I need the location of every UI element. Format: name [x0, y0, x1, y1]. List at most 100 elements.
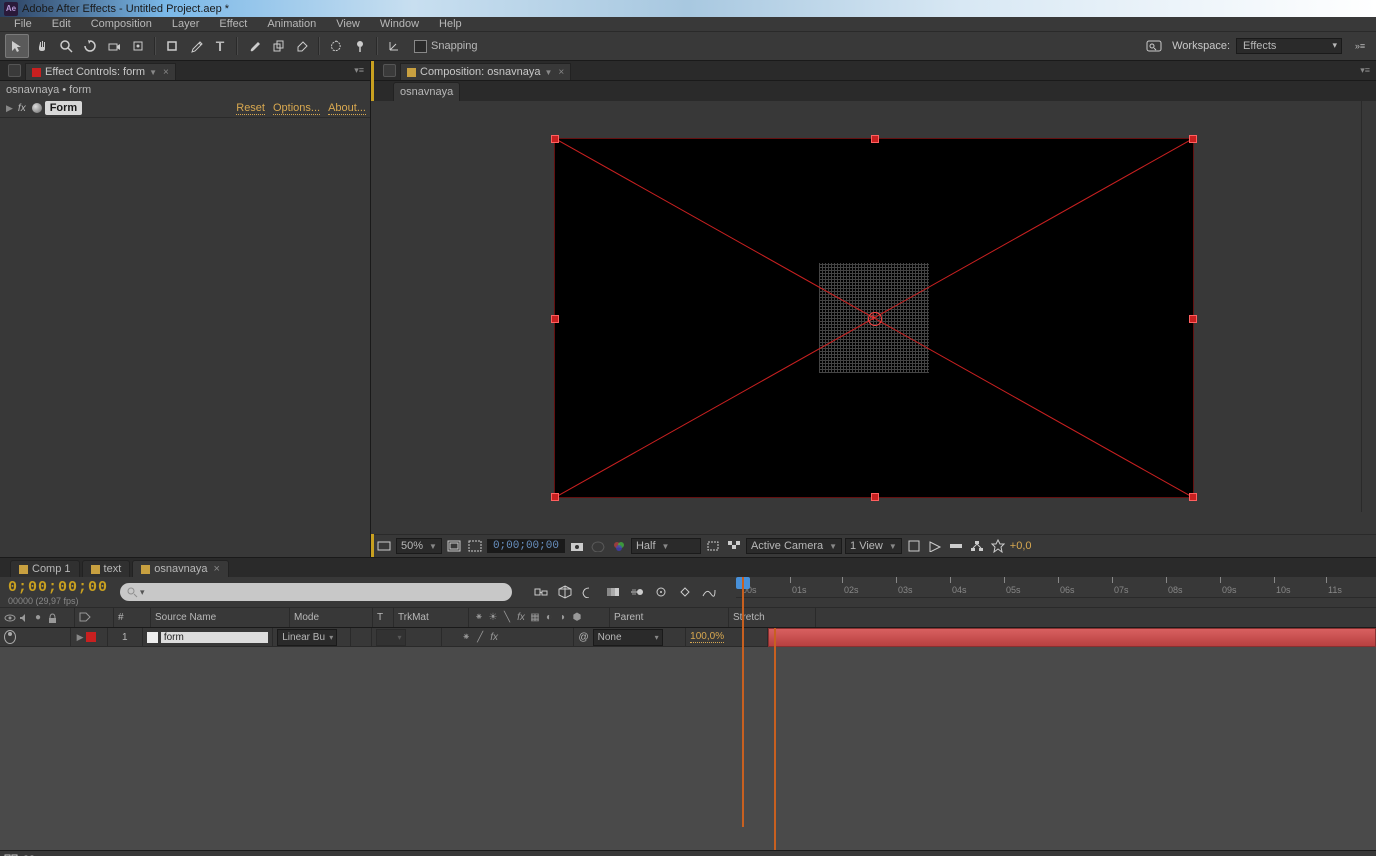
search-help-icon[interactable]: [1143, 35, 1165, 57]
anchor-point-icon[interactable]: [868, 312, 882, 326]
camera-dropdown[interactable]: Active Camera▼: [746, 538, 842, 554]
safe-zones-icon[interactable]: [445, 537, 463, 555]
audio-toggle[interactable]: [18, 631, 30, 643]
current-time[interactable]: 0;00;00;00: [487, 539, 565, 553]
comp-breadcrumb[interactable]: osnavnaya: [393, 82, 460, 101]
close-icon[interactable]: ×: [213, 563, 219, 575]
t-header[interactable]: T: [373, 608, 394, 627]
fx-icon[interactable]: fx: [18, 103, 26, 114]
frame-blend-icon[interactable]: [604, 583, 622, 601]
pan-behind-tool-icon[interactable]: [127, 35, 149, 57]
layer-duration-bar[interactable]: [768, 628, 1376, 647]
timeline-tab-osnavnaya[interactable]: osnavnaya×: [132, 560, 229, 577]
roi-icon[interactable]: [704, 537, 722, 555]
handle-tl[interactable]: [551, 135, 559, 143]
handle-tr[interactable]: [1189, 135, 1197, 143]
close-icon[interactable]: ×: [558, 67, 564, 78]
always-preview-icon[interactable]: [375, 537, 393, 555]
menu-view[interactable]: View: [326, 18, 370, 30]
menu-edit[interactable]: Edit: [42, 18, 81, 30]
shy-switch[interactable]: [446, 631, 458, 643]
effect-controls-tab[interactable]: Effect Controls: form ▼ ×: [25, 63, 176, 80]
3d-switch[interactable]: [544, 631, 556, 643]
camera-tool-icon[interactable]: [103, 35, 125, 57]
menu-composition[interactable]: Composition: [81, 18, 162, 30]
exposure-value[interactable]: +0,0: [1010, 540, 1032, 552]
panel-menu-icon[interactable]: ▾≡: [354, 65, 364, 76]
preserve-transparency[interactable]: [351, 628, 371, 646]
timeline-track-area[interactable]: [768, 628, 1376, 850]
fx-switch[interactable]: fx: [488, 631, 500, 643]
lock-toggle[interactable]: [46, 631, 58, 643]
timeline-tab-text[interactable]: text: [82, 560, 131, 577]
rotate-tool-icon[interactable]: [79, 35, 101, 57]
quality-switch[interactable]: ╱: [474, 631, 486, 643]
menu-effect[interactable]: Effect: [209, 18, 257, 30]
layer-row[interactable]: ▶ 1 form Linear Bu ⁕ ╱ fx: [0, 628, 768, 647]
collapse-switch[interactable]: ⁕: [460, 631, 472, 643]
mode-header[interactable]: Mode: [290, 608, 373, 627]
options-link[interactable]: Options...: [273, 102, 320, 115]
comp-canvas[interactable]: [554, 138, 1194, 498]
resolution-dropdown[interactable]: Half▼: [631, 538, 701, 554]
menu-layer[interactable]: Layer: [162, 18, 210, 30]
blend-mode-dropdown[interactable]: Linear Bu: [277, 629, 337, 646]
show-snapshot-icon[interactable]: [589, 537, 607, 555]
timeline-search[interactable]: ▾: [120, 583, 512, 601]
views-dropdown[interactable]: 1 View▼: [845, 538, 902, 554]
menu-window[interactable]: Window: [370, 18, 429, 30]
timeline-icon[interactable]: [947, 537, 965, 555]
brainstorm-icon[interactable]: [652, 583, 670, 601]
timeline-current-time[interactable]: 0;00;00;00: [8, 579, 108, 596]
flowchart-icon[interactable]: [968, 537, 986, 555]
source-header[interactable]: Source Name: [151, 608, 290, 627]
parent-header[interactable]: Parent: [610, 608, 729, 627]
pickwhip-icon[interactable]: @: [578, 632, 588, 643]
snapshot-icon[interactable]: [568, 537, 586, 555]
graph-editor-icon[interactable]: [700, 583, 718, 601]
clone-tool-icon[interactable]: [267, 35, 289, 57]
panel-menu-icon[interactable]: »≡: [1349, 35, 1371, 57]
layer-name[interactable]: form: [161, 632, 268, 643]
index-header[interactable]: #: [114, 608, 151, 627]
handle-bc[interactable]: [871, 493, 879, 501]
local-axis-icon[interactable]: [383, 35, 405, 57]
zoom-tool-icon[interactable]: [55, 35, 77, 57]
twirl-icon[interactable]: ▶: [77, 632, 84, 643]
reset-link[interactable]: Reset: [236, 102, 265, 115]
eraser-tool-icon[interactable]: [291, 35, 313, 57]
parent-dropdown[interactable]: None: [593, 629, 663, 646]
pen-tool-icon[interactable]: [185, 35, 207, 57]
about-link[interactable]: About...: [328, 102, 366, 115]
handle-tc[interactable]: [871, 135, 879, 143]
handle-mr[interactable]: [1189, 315, 1197, 323]
fast-preview-icon[interactable]: [926, 537, 944, 555]
motion-blur-switch[interactable]: [516, 631, 528, 643]
rect-tool-icon[interactable]: [161, 35, 183, 57]
visibility-toggle[interactable]: [4, 631, 16, 643]
motion-blur-icon[interactable]: [628, 583, 646, 601]
transparency-grid-icon[interactable]: [725, 537, 743, 555]
brush-tool-icon[interactable]: [243, 35, 265, 57]
handle-ml[interactable]: [551, 315, 559, 323]
menu-help[interactable]: Help: [429, 18, 472, 30]
menu-file[interactable]: File: [4, 18, 42, 30]
hide-shy-icon[interactable]: [580, 583, 598, 601]
handle-br[interactable]: [1189, 493, 1197, 501]
label-header[interactable]: [75, 608, 114, 627]
channel-icon[interactable]: [610, 537, 628, 555]
composition-tab[interactable]: Composition: osnavnaya ▼ ×: [400, 63, 571, 80]
snapping-toggle[interactable]: Snapping: [414, 40, 478, 53]
solo-toggle[interactable]: [32, 631, 44, 643]
frame-blend-switch[interactable]: [502, 631, 514, 643]
lock-icon[interactable]: [383, 64, 396, 77]
selection-tool-icon[interactable]: [5, 34, 29, 58]
pixel-aspect-icon[interactable]: [905, 537, 923, 555]
effect-row[interactable]: ▶ fx Form Reset Options... About...: [0, 99, 370, 118]
playhead[interactable]: [736, 577, 750, 597]
scrollbar-vertical[interactable]: [1361, 101, 1376, 512]
time-ruler[interactable]: 00s 01s 02s 03s 04s 05s 06s 07s 08s 09s …: [736, 577, 1376, 598]
effect-name[interactable]: Form: [45, 101, 83, 115]
close-icon[interactable]: ×: [163, 67, 169, 78]
hand-tool-icon[interactable]: [31, 35, 53, 57]
